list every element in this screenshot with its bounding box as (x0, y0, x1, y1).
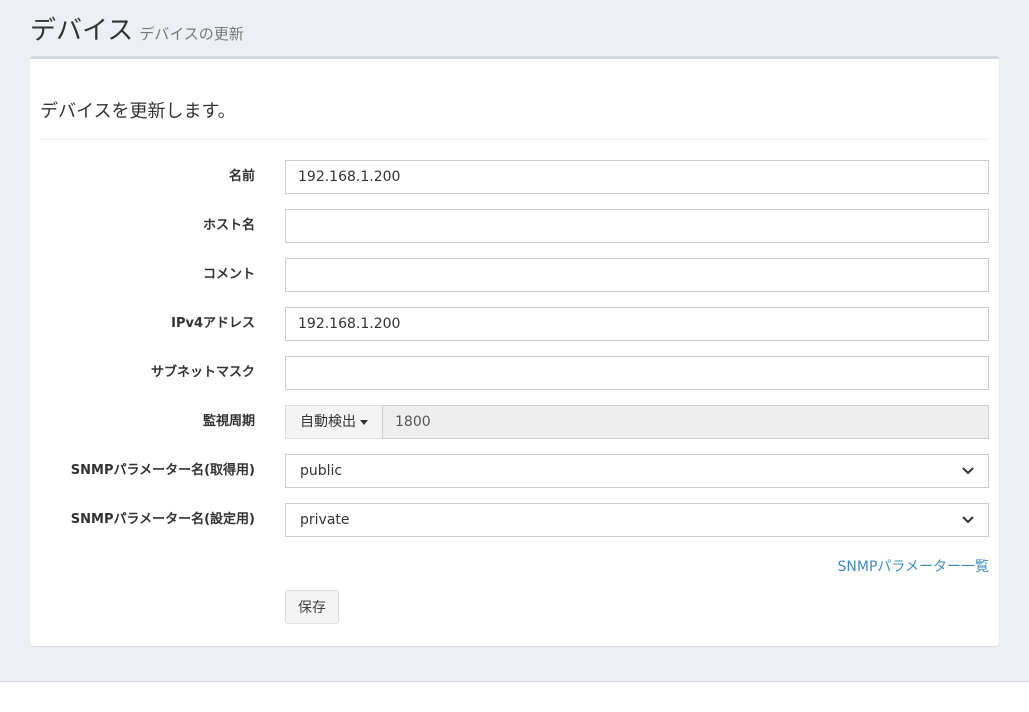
form-intro: デバイスを更新します。 (40, 101, 236, 122)
comment-input[interactable] (285, 258, 989, 292)
snmp-get-value: public (300, 463, 343, 479)
snmp-parameter-list-link[interactable]: SNMPパラメーター一覧 (838, 556, 989, 576)
row-ipv4: IPv4アドレス 192.168.1.200 (30, 307, 999, 341)
row-snmp-set: SNMPパラメーター名(設定用) private (30, 503, 999, 537)
interval-label: 監視周期 (202, 414, 255, 429)
snmp-set-select[interactable]: private (285, 503, 989, 537)
subnet-input[interactable] (285, 356, 989, 390)
divider (40, 139, 989, 140)
chevron-down-icon (962, 467, 974, 475)
page-header: デバイス デバイスの更新 (30, 10, 244, 50)
snmp-get-label: SNMPパラメーター名(取得用) (70, 463, 255, 478)
interval-input: 1800 (382, 405, 989, 439)
content-wrapper: デバイス デバイスの更新 デバイスを更新します。 名前 192.168.1.200… (0, 0, 1029, 682)
row-interval: 監視周期 自動検出 1800 (30, 405, 999, 439)
save-button[interactable]: 保存 (285, 590, 339, 624)
device-update-box: デバイスを更新します。 名前 192.168.1.200 ホスト名 コメント I… (30, 56, 999, 646)
interval-mode-label: 自動検出 (300, 414, 356, 430)
row-snmp-get: SNMPパラメーター名(取得用) public (30, 454, 999, 488)
row-comment: コメント (30, 258, 999, 292)
caret-down-icon (360, 419, 368, 425)
chevron-down-icon (962, 516, 974, 524)
row-hostname: ホスト名 (30, 209, 999, 243)
hostname-input[interactable] (285, 209, 989, 243)
name-label: 名前 (228, 169, 255, 184)
page-subtitle: デバイスの更新 (139, 25, 244, 43)
interval-mode-dropdown[interactable]: 自動検出 (285, 405, 383, 439)
hostname-label: ホスト名 (202, 218, 255, 233)
snmp-get-select[interactable]: public (285, 454, 989, 488)
row-subnet: サブネットマスク (30, 356, 999, 390)
snmp-set-label: SNMPパラメーター名(設定用) (70, 512, 255, 527)
snmp-set-value: private (300, 512, 350, 528)
row-name: 名前 192.168.1.200 (30, 160, 999, 194)
page-title: デバイス (30, 16, 134, 46)
name-input[interactable]: 192.168.1.200 (285, 160, 989, 194)
ipv4-input[interactable]: 192.168.1.200 (285, 307, 989, 341)
ipv4-label: IPv4アドレス (171, 316, 255, 331)
subnet-label: サブネットマスク (150, 365, 255, 380)
comment-label: コメント (202, 267, 255, 282)
